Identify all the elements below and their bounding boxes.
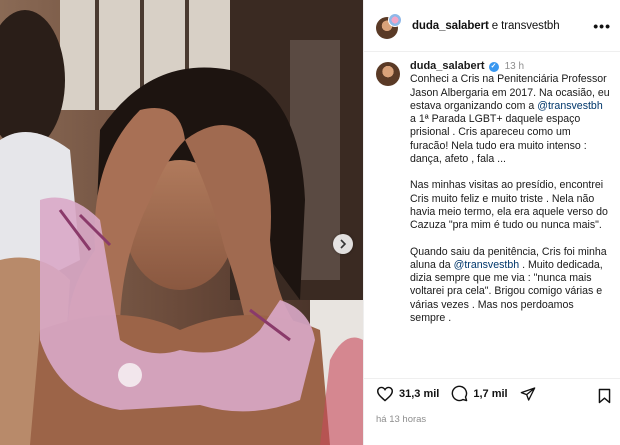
author-username[interactable]: duda_salabert bbox=[412, 20, 489, 32]
heart-icon bbox=[376, 386, 394, 402]
collab-avatar-secondary bbox=[388, 12, 402, 27]
caption-paragraph-1: Conheci a Cris na Penitenciária Professo… bbox=[410, 73, 610, 166]
post-photo[interactable] bbox=[0, 0, 363, 445]
post-panel: duda_salabert e transvestbh ••• duda_sal… bbox=[363, 0, 620, 445]
save-button[interactable] bbox=[598, 388, 611, 409]
caption-head: duda_salabert ✓ 13 h bbox=[410, 60, 610, 73]
post-timestamp[interactable]: há 13 horas bbox=[376, 414, 426, 425]
collab-avatar[interactable] bbox=[376, 12, 402, 39]
mention-link[interactable]: @transvestbh bbox=[454, 259, 520, 271]
comments-count[interactable]: 1,7 mil bbox=[473, 388, 507, 400]
chevron-right-icon bbox=[340, 239, 347, 249]
more-options-icon[interactable]: ••• bbox=[593, 18, 611, 34]
mention-link[interactable]: @transvestbh bbox=[537, 100, 603, 112]
post-header: duda_salabert e transvestbh ••• bbox=[364, 0, 620, 52]
photo-illustration bbox=[0, 0, 363, 445]
comment-button[interactable]: 1,7 mil bbox=[451, 385, 508, 402]
send-icon bbox=[520, 386, 535, 401]
post-author-line[interactable]: duda_salabert e transvestbh bbox=[412, 20, 560, 32]
likes-count[interactable]: 31,3 mil bbox=[399, 388, 439, 400]
caption-paragraph-3: Quando saiu da penitência, Cris foi minh… bbox=[410, 246, 610, 326]
like-button[interactable]: 31,3 mil bbox=[376, 386, 439, 402]
verified-badge-icon: ✓ bbox=[488, 61, 499, 72]
carousel-next-button[interactable] bbox=[333, 234, 353, 254]
author-collab-text[interactable]: e transvestbh bbox=[489, 20, 560, 32]
caption: duda_salabert ✓ 13 h Conheci a Cris na P… bbox=[364, 52, 620, 376]
caption-avatar[interactable] bbox=[376, 62, 400, 86]
comment-icon bbox=[452, 385, 468, 402]
caption-time: 13 h bbox=[504, 61, 525, 72]
caption-text: a 1ª Parada LGBT+ daquele espaço prision… bbox=[410, 113, 587, 166]
share-button[interactable] bbox=[520, 386, 536, 402]
action-bar: 31,3 mil 1,7 mil bbox=[364, 378, 620, 408]
caption-username[interactable]: duda_salabert bbox=[410, 60, 485, 73]
bookmark-icon bbox=[598, 388, 611, 404]
caption-paragraph-2: Nas minhas visitas ao presídio, encontre… bbox=[410, 179, 608, 232]
caption-body: duda_salabert ✓ 13 h Conheci a Cris na P… bbox=[410, 60, 610, 376]
